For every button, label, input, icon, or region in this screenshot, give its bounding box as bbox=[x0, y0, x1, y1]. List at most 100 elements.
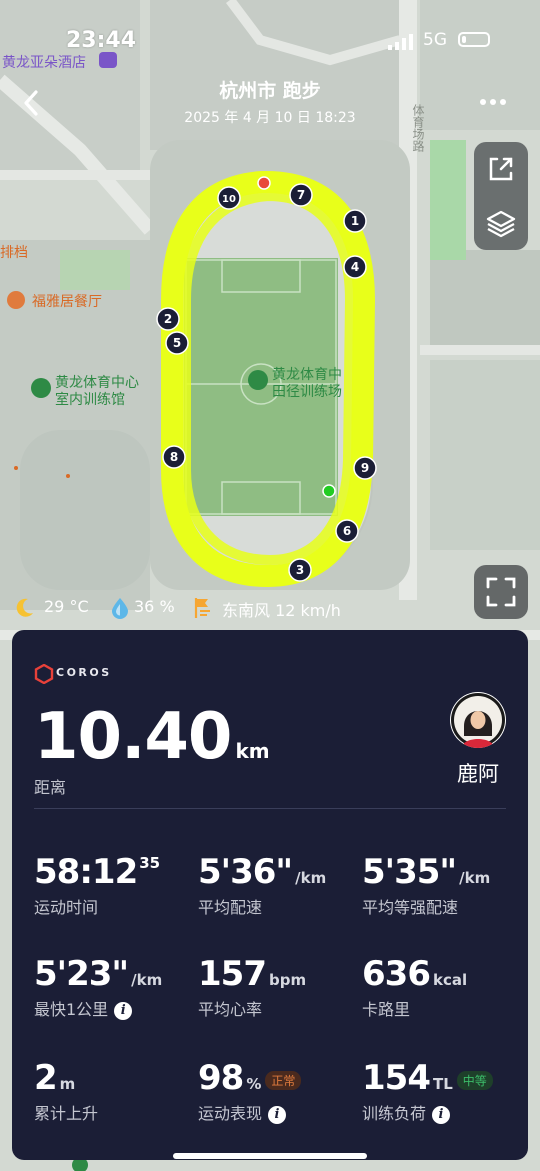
poi-indoor-venue-line1: 黄龙体育中心 bbox=[55, 375, 139, 391]
stat-calories-label: 卡路里 bbox=[362, 1000, 411, 1019]
route-end-marker bbox=[257, 176, 271, 190]
info-icon[interactable]: i bbox=[268, 1105, 287, 1124]
lap-marker[interactable]: 3 bbox=[288, 558, 312, 582]
lap-marker-label: 9 bbox=[361, 461, 369, 475]
distance-unit: km bbox=[235, 739, 270, 763]
status-bar: 23:44 5G bbox=[0, 28, 540, 56]
user-name: 鹿阿 bbox=[457, 762, 499, 786]
lap-marker[interactable]: 9 bbox=[353, 456, 377, 480]
poi-track-venue-line2: 田径训练场 bbox=[272, 384, 342, 400]
lap-marker-label: 1 bbox=[351, 214, 359, 228]
stat-avg-hr-value: 157 bbox=[198, 954, 267, 994]
poi-track-venue-line1: 黄龙体育中 bbox=[272, 367, 342, 383]
stat-performance: 98% 正常 运动表现 i bbox=[198, 1058, 302, 1124]
venue-icon bbox=[31, 378, 51, 398]
stat-fastest-km-label: 最快1公里 bbox=[34, 1000, 109, 1019]
lap-marker-label: 3 bbox=[296, 563, 304, 577]
stat-fastest-km-value: 5'23" bbox=[34, 954, 129, 994]
stat-performance-label: 运动表现 bbox=[198, 1104, 263, 1123]
stat-fastest-km: 5'23"/km 最快1公里 i bbox=[34, 954, 162, 1020]
map-block bbox=[150, 0, 400, 150]
stat-training-load-value: 154 bbox=[362, 1058, 431, 1098]
fullscreen-icon[interactable] bbox=[474, 565, 528, 619]
stat-calories-unit: kcal bbox=[432, 971, 468, 989]
page-title: 杭州市 跑步 bbox=[219, 80, 321, 102]
activity-summary-card: COROS 10.40 km 距离 鹿阿 58:12 35 运动时间 5'36"/k… bbox=[12, 630, 528, 1160]
lap-marker[interactable]: 10 bbox=[217, 186, 241, 210]
share-icon[interactable] bbox=[474, 142, 528, 196]
humidity: 36 % bbox=[134, 597, 175, 616]
poi-indoor-venue-label[interactable]: 黄龙体育中心 室内训练馆 bbox=[55, 375, 139, 409]
status-badge: 中等 bbox=[456, 1071, 493, 1090]
lap-marker-label: 10 bbox=[222, 194, 236, 205]
stat-duration: 58:12 35 运动时间 bbox=[34, 852, 160, 918]
humidity-icon bbox=[112, 598, 128, 619]
stat-performance-unit: % bbox=[246, 1075, 262, 1093]
battery-icon bbox=[458, 32, 490, 47]
divider bbox=[34, 808, 506, 809]
green-area bbox=[430, 140, 466, 260]
poi-restaurant-label[interactable]: 福雅居餐厅 bbox=[32, 291, 102, 311]
distance-value: 10.40 km bbox=[34, 700, 270, 774]
stat-gap: 5'35"/km 平均等强配速 bbox=[362, 852, 490, 918]
wind: 东南风 12 km/h bbox=[222, 601, 341, 620]
distance-label: 距离 bbox=[34, 778, 67, 797]
stat-avg-hr-unit: bpm bbox=[268, 971, 307, 989]
poi-track-venue-label[interactable]: 黄龙体育中 田径训练场 bbox=[272, 367, 342, 401]
venue-icon bbox=[248, 370, 268, 390]
stat-duration-value: 58:12 bbox=[34, 852, 138, 892]
map-controls bbox=[474, 142, 528, 250]
distance-number: 10.40 bbox=[34, 700, 232, 774]
stat-avg-pace-label: 平均配速 bbox=[198, 898, 263, 917]
stat-performance-value: 98 bbox=[198, 1058, 244, 1098]
moon-icon bbox=[16, 598, 33, 617]
stat-calories-value: 636 bbox=[362, 954, 431, 994]
lap-marker-label: 8 bbox=[170, 450, 178, 464]
lap-marker[interactable]: 4 bbox=[343, 255, 367, 279]
lap-marker[interactable]: 5 bbox=[165, 331, 189, 355]
avatar[interactable] bbox=[450, 692, 506, 748]
wind-flag-icon bbox=[194, 598, 210, 618]
stat-avg-pace: 5'36"/km 平均配速 bbox=[198, 852, 326, 918]
lap-marker-label: 4 bbox=[351, 260, 359, 274]
lap-marker-label: 5 bbox=[173, 336, 181, 350]
home-indicator[interactable] bbox=[173, 1153, 367, 1159]
stat-avg-hr-label: 平均心率 bbox=[198, 1000, 263, 1019]
stat-training-load-unit: TL bbox=[432, 1075, 453, 1093]
stat-duration-hundredths: 35 bbox=[139, 854, 161, 872]
stat-avg-hr: 157 bpm 平均心率 bbox=[198, 954, 306, 1020]
map-block bbox=[20, 430, 150, 590]
stat-gap-label: 平均等强配速 bbox=[362, 898, 459, 917]
stat-elevation-gain: 2m 累计上升 bbox=[34, 1058, 98, 1124]
stat-elevation-value: 2 bbox=[34, 1058, 58, 1098]
lap-marker[interactable]: 6 bbox=[335, 519, 359, 543]
stat-calories: 636 kcal 卡路里 bbox=[362, 954, 467, 1020]
temperature: 29 °C bbox=[44, 597, 89, 616]
info-icon[interactable]: i bbox=[114, 1001, 133, 1020]
user-avatar-icon bbox=[451, 693, 505, 748]
map-layers-icon[interactable] bbox=[474, 196, 528, 250]
lap-marker[interactable]: 1 bbox=[343, 209, 367, 233]
stat-gap-value: 5'35" bbox=[362, 852, 457, 892]
restaurant-icon bbox=[7, 291, 25, 309]
lap-marker[interactable]: 2 bbox=[156, 307, 180, 331]
lap-marker[interactable]: 8 bbox=[162, 445, 186, 469]
lap-marker-label: 2 bbox=[164, 312, 172, 326]
stat-gap-unit: /km bbox=[459, 869, 491, 887]
lap-marker[interactable]: 7 bbox=[289, 183, 313, 207]
poi-indoor-venue-line2: 室内训练馆 bbox=[55, 392, 125, 408]
more-options-icon[interactable] bbox=[478, 94, 508, 110]
stat-duration-label: 运动时间 bbox=[34, 898, 99, 917]
map-block bbox=[430, 250, 540, 350]
stat-training-load-label: 训练负荷 bbox=[362, 1104, 427, 1123]
info-icon[interactable]: i bbox=[432, 1105, 451, 1124]
stat-elevation-unit: m bbox=[59, 1075, 76, 1093]
activity-datetime: 2025 年 4 月 10 日 18:23 bbox=[184, 110, 356, 126]
stat-avg-pace-value: 5'36" bbox=[198, 852, 293, 892]
stat-training-load: 154 TL 中等 训练负荷 i bbox=[362, 1058, 493, 1124]
stat-fastest-km-unit: /km bbox=[131, 971, 163, 989]
poi-food-label[interactable]: 排档 bbox=[0, 242, 28, 262]
network-type: 5G bbox=[423, 30, 447, 50]
status-time: 23:44 bbox=[66, 28, 137, 53]
map-block bbox=[430, 360, 540, 550]
